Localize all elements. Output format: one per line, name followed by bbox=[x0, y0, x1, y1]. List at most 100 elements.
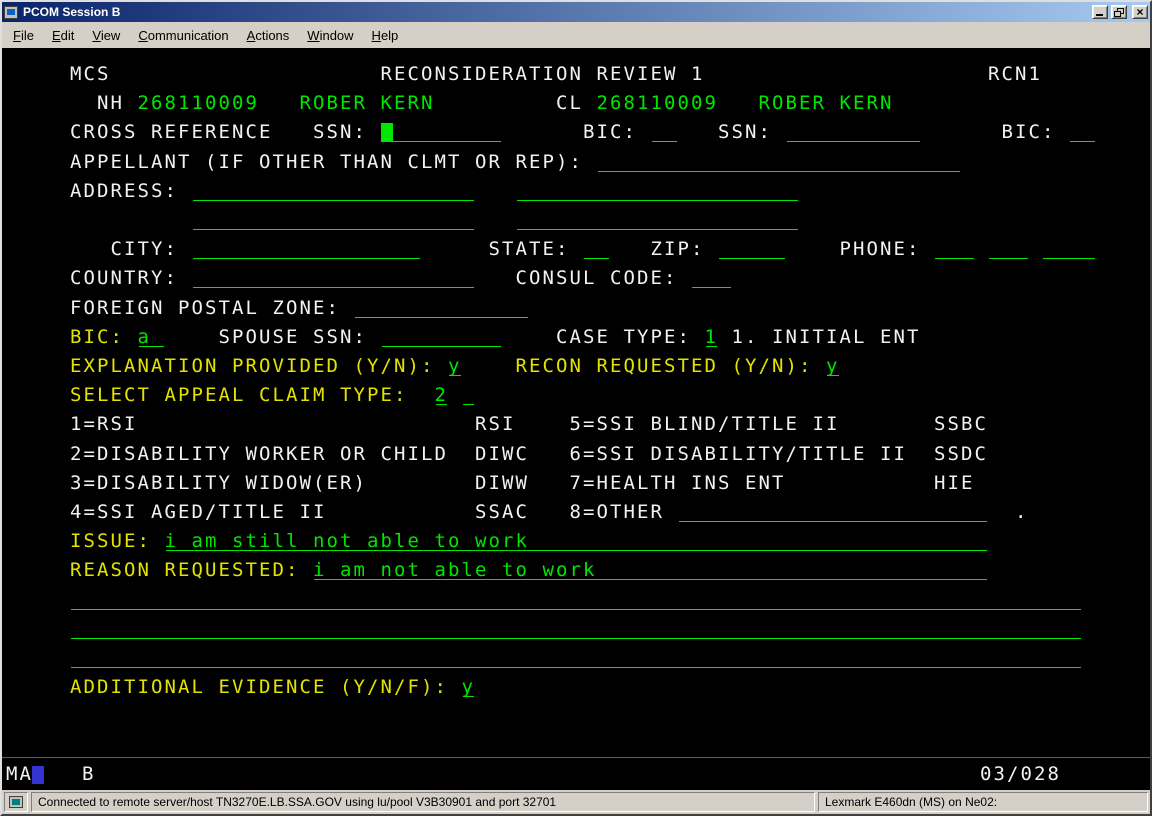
terminal-input-field[interactable] bbox=[516, 177, 799, 206]
terminal-input-field[interactable] bbox=[70, 644, 1082, 673]
terminal-input-field[interactable] bbox=[70, 586, 1082, 615]
terminal-input-field[interactable] bbox=[192, 206, 475, 235]
terminal-text: SELECT APPEAL CLAIM TYPE: bbox=[70, 381, 407, 410]
terminal-text: SSDC bbox=[934, 440, 988, 469]
terminal-input-field[interactable] bbox=[462, 381, 476, 410]
terminal-input-field[interactable] bbox=[70, 615, 1082, 644]
terminal-input-field[interactable] bbox=[988, 235, 1029, 264]
terminal-input-field[interactable] bbox=[934, 235, 975, 264]
terminal-input-field[interactable]: y bbox=[826, 352, 840, 381]
terminal-input-field[interactable]: i am not able to work bbox=[313, 556, 988, 585]
terminal-input-field[interactable] bbox=[1042, 235, 1096, 264]
terminal-text: BIC: bbox=[583, 118, 637, 147]
terminal-text: SPOUSE SSN: bbox=[219, 323, 368, 352]
terminal-row: SELECT APPEAL CLAIM TYPE: 2 bbox=[2, 381, 1150, 410]
terminal-text: MCS bbox=[70, 60, 111, 89]
terminal-row: ADDRESS: bbox=[2, 177, 1150, 206]
connection-status-icon-screen bbox=[12, 799, 20, 805]
terminal-text: 2=DISABILITY WORKER OR CHILD bbox=[70, 440, 448, 469]
terminal-text: ZIP: bbox=[651, 235, 705, 264]
close-icon: × bbox=[1136, 6, 1143, 18]
minimize-button[interactable] bbox=[1092, 5, 1108, 19]
terminal-row: 4=SSI AGED/TITLE II SSAC 8=OTHER . bbox=[2, 498, 1150, 527]
terminal-text: CL bbox=[556, 89, 583, 118]
terminal-row: CROSS REFERENCESSN: BIC: SSN: BIC: bbox=[2, 118, 1150, 147]
terminal-text: PHONE: bbox=[840, 235, 921, 264]
terminal-input-field[interactable] bbox=[651, 118, 678, 147]
terminal-input-field[interactable] bbox=[1069, 118, 1096, 147]
terminal-text: APPELLANT (IF OTHER THAN CLMT OR REP): bbox=[70, 148, 583, 177]
close-button[interactable]: × bbox=[1132, 5, 1148, 19]
terminal-text: 8=OTHER bbox=[570, 498, 665, 527]
terminal-input-field[interactable] bbox=[786, 118, 921, 147]
terminal-text: 268110009 bbox=[138, 89, 260, 118]
menubar: FileEditViewCommunicationActionsWindowHe… bbox=[2, 22, 1150, 48]
terminal-input-field[interactable]: 2 bbox=[435, 381, 449, 410]
menu-actions[interactable]: Actions bbox=[238, 24, 299, 47]
menu-help[interactable]: Help bbox=[363, 24, 408, 47]
terminal-text: HIE bbox=[934, 469, 975, 498]
terminal-row: 2=DISABILITY WORKER OR CHILDDIWC6=SSI DI… bbox=[2, 440, 1150, 469]
terminal-row: ADDITIONAL EVIDENCE (Y/N/F):y bbox=[2, 673, 1150, 702]
terminal-row: FOREIGN POSTAL ZONE: bbox=[2, 294, 1150, 323]
statusbar-printer-text: Lexmark E460dn (MS) on Ne02: bbox=[825, 795, 997, 809]
menu-window[interactable]: Window bbox=[298, 24, 362, 47]
terminal-input-field[interactable] bbox=[691, 264, 732, 293]
menu-view[interactable]: View bbox=[83, 24, 129, 47]
terminal-text: . bbox=[1015, 498, 1029, 527]
terminal-input-field[interactable]: y bbox=[462, 673, 476, 702]
titlebar[interactable]: PCOM Session B × bbox=[2, 2, 1150, 22]
terminal-text: CONSUL CODE: bbox=[516, 264, 678, 293]
terminal-text: 5=SSI BLIND/TITLE II bbox=[570, 410, 840, 439]
terminal-cursor[interactable] bbox=[381, 123, 393, 142]
terminal-screen[interactable]: MCS RECONSIDERATION REVIEW 1 RCN1 NH 2681100… bbox=[2, 48, 1150, 790]
terminal-input-field[interactable] bbox=[597, 148, 961, 177]
terminal-input-field[interactable] bbox=[678, 498, 988, 527]
terminal-text: RCN1 bbox=[988, 60, 1042, 89]
terminal-row: EXPLANATION PROVIDED (Y/N):yRECON REQUES… bbox=[2, 352, 1150, 381]
terminal-row: BIC:a SPOUSE SSN: CASE TYPE:11. INITIAL … bbox=[2, 323, 1150, 352]
terminal-input-field[interactable]: i am still not able to work bbox=[165, 527, 988, 556]
terminal-input-field[interactable] bbox=[381, 118, 503, 147]
restore-icon bbox=[1114, 8, 1124, 17]
terminal-text: DIWC bbox=[475, 440, 529, 469]
terminal-input-field[interactable] bbox=[381, 323, 503, 352]
terminal-input-field[interactable] bbox=[718, 235, 786, 264]
terminal-text: SSAC bbox=[475, 498, 529, 527]
terminal-row: COUNTRY: CONSUL CODE: bbox=[2, 264, 1150, 293]
restore-button[interactable] bbox=[1111, 5, 1127, 19]
terminal-input-field[interactable] bbox=[192, 264, 475, 293]
terminal-input-field[interactable] bbox=[583, 235, 610, 264]
menu-file[interactable]: File bbox=[4, 24, 43, 47]
terminal-text: BIC: bbox=[70, 323, 124, 352]
statusbar-printer-panel: Lexmark E460dn (MS) on Ne02: bbox=[818, 792, 1148, 812]
terminal-row: NH268110009ROBER KERNCL268110009ROBER KE… bbox=[2, 89, 1150, 118]
terminal-text: REASON REQUESTED: bbox=[70, 556, 299, 585]
terminal-text: 1=RSI bbox=[70, 410, 138, 439]
menu-communication[interactable]: Communication bbox=[129, 24, 237, 47]
terminal-row: REASON REQUESTED: i am not able to work bbox=[2, 556, 1150, 585]
terminal-input-field[interactable] bbox=[516, 206, 799, 235]
terminal-text: 4=SSI AGED/TITLE II bbox=[70, 498, 326, 527]
terminal-input-field[interactable]: y bbox=[448, 352, 462, 381]
terminal-input-field[interactable] bbox=[354, 294, 530, 323]
terminal-input-field[interactable]: a bbox=[138, 323, 165, 352]
menu-edit[interactable]: Edit bbox=[43, 24, 83, 47]
statusbar-connection-panel: Connected to remote server/host TN3270E.… bbox=[31, 792, 815, 812]
terminal-text: ROBER KERN bbox=[300, 89, 435, 118]
terminal-text: CROSS REFERENCE bbox=[70, 118, 273, 147]
oia-session-letter: B bbox=[82, 758, 96, 790]
terminal-input-field[interactable]: 1 bbox=[705, 323, 719, 352]
app-icon[interactable] bbox=[4, 6, 18, 19]
terminal-row bbox=[2, 615, 1150, 644]
terminal-text: FOREIGN POSTAL ZONE: bbox=[70, 294, 340, 323]
terminal-text: 7=HEALTH INS ENT bbox=[570, 469, 786, 498]
window-title: PCOM Session B bbox=[21, 5, 1089, 19]
terminal-input-field[interactable] bbox=[192, 177, 475, 206]
oia-connection-block-icon bbox=[32, 766, 44, 784]
terminal-row: 3=DISABILITY WIDOW(ER)DIWW7=HEALTH INS E… bbox=[2, 469, 1150, 498]
terminal-text: NH bbox=[97, 89, 124, 118]
terminal-input-field[interactable] bbox=[192, 235, 421, 264]
terminal-text: RECONSIDERATION REVIEW 1 bbox=[381, 60, 705, 89]
terminal-text: 268110009 bbox=[597, 89, 719, 118]
